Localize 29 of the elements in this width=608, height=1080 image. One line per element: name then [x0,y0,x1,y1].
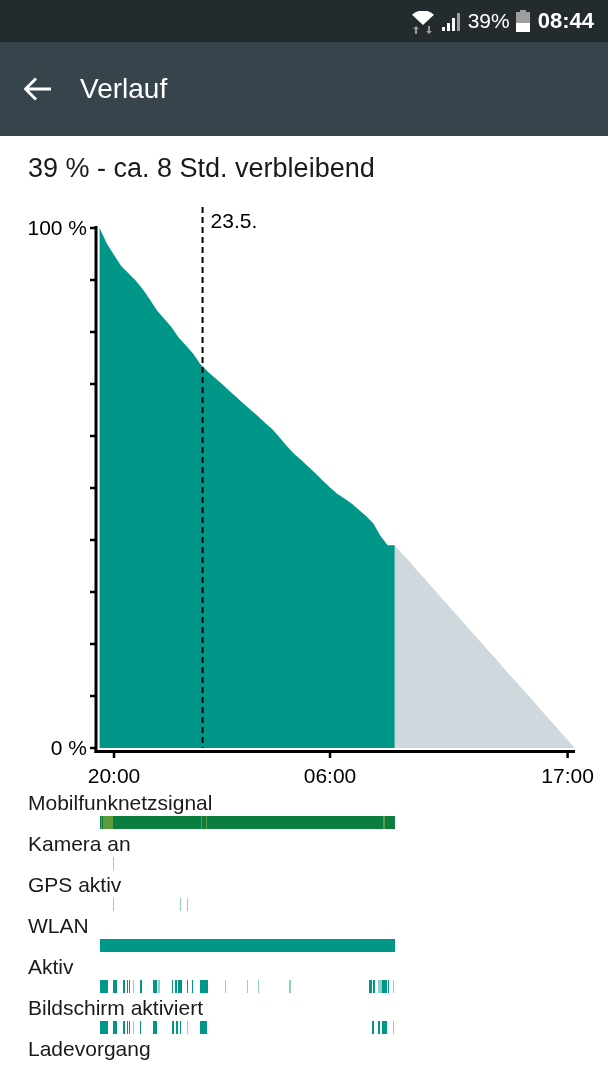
battery-summary: 39 % - ca. 8 Std. verbleibend [28,152,375,185]
usage-label: Ladevorgang [27,1038,151,1060]
activity-segment [382,1021,387,1034]
signal-bars-icon [441,13,461,31]
activity-segment [113,980,117,993]
activity-segment [100,980,108,993]
date-label: 23.5. [210,209,258,232]
clock: 08:44 [537,8,594,34]
axis-tick-label: 17:00 [541,764,594,787]
screen-title: Verlauf [80,73,168,105]
activity-segment [113,1021,117,1034]
axis-tick-label: 06:00 [303,764,357,787]
usage-label: GPS aktiv [27,874,122,896]
battery-icon [515,10,530,32]
usage-label: Aktiv [27,956,74,978]
activity-segment [153,1021,157,1034]
wifi-icon [410,10,435,34]
axis-tick-label: 20:00 [87,764,141,787]
activity-segment [200,1021,207,1034]
usage-label: Bildschirm aktiviert [27,997,204,1019]
axis-tick-label: 100 % [27,216,87,240]
usage-label: Mobilfunknetzsignal [27,792,213,814]
usage-label: Kamera an [27,833,131,855]
axis-tick-label: 0 % [50,736,87,760]
activity-segment [100,1021,108,1034]
activity-segment [200,980,208,993]
usage-label: WLAN [27,915,89,937]
back-arrow-icon [24,77,52,101]
battery-percent: 39% [467,9,510,33]
